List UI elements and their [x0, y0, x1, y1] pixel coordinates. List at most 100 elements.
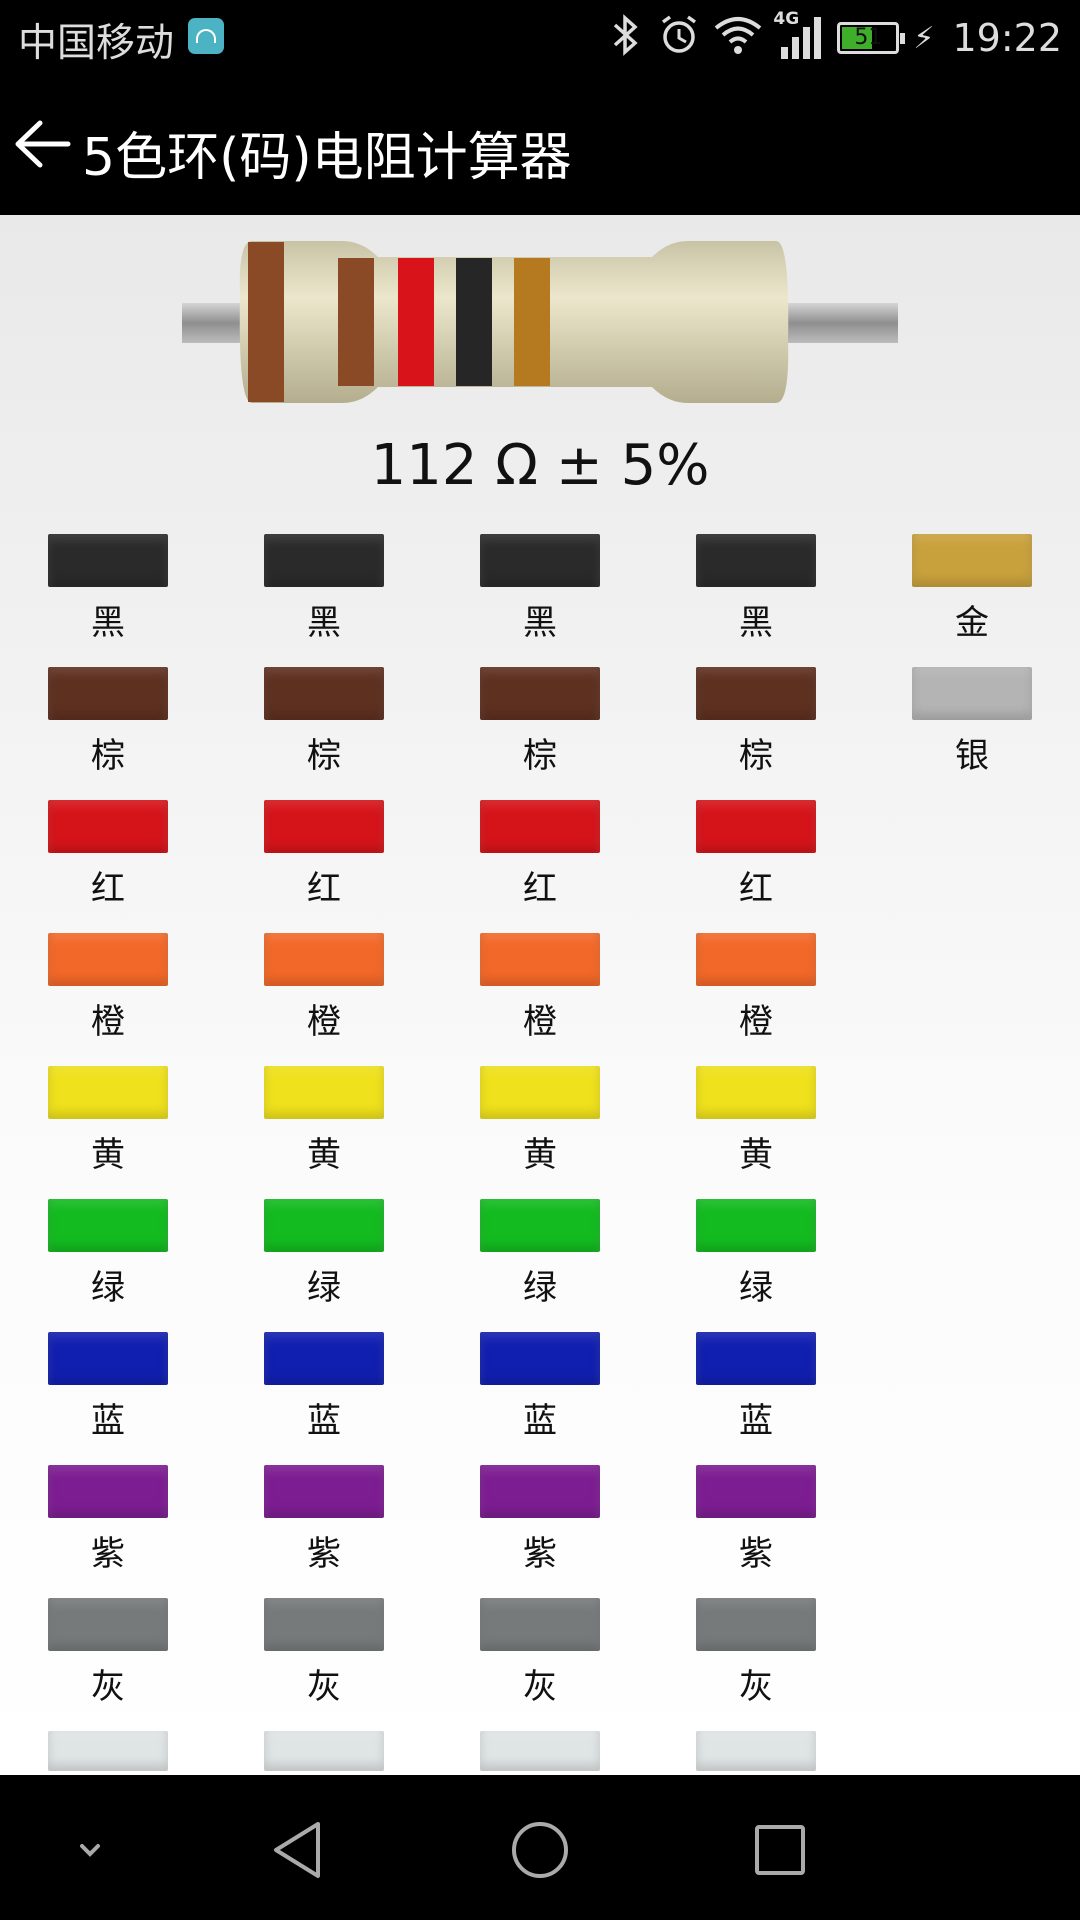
- color-label: 黄: [523, 1135, 557, 1175]
- digit-swatch-c4-r6[interactable]: 绿: [696, 1199, 816, 1319]
- color-chip: [696, 1332, 816, 1385]
- nav-back-button[interactable]: [260, 1810, 340, 1890]
- circle-home-icon: [512, 1822, 568, 1878]
- chevron-down-icon: [80, 1844, 100, 1857]
- resistor-band-4: [456, 258, 492, 386]
- color-chip: [264, 800, 384, 853]
- digit-swatch-c3-r3[interactable]: 红: [480, 800, 600, 920]
- digit-swatch-c2-r4[interactable]: 橙: [264, 933, 384, 1053]
- digit-swatch-c2-r10[interactable]: [264, 1731, 384, 1775]
- resistor-illustration: [182, 241, 898, 403]
- color-chip: [480, 1731, 600, 1771]
- color-label: 橙: [523, 1002, 557, 1042]
- digit-swatch-c1-r4[interactable]: 橙: [48, 933, 168, 1053]
- digit-swatch-c4-r5[interactable]: 黄: [696, 1066, 816, 1186]
- color-label: 棕: [523, 736, 557, 776]
- digit-swatch-c1-r7[interactable]: 蓝: [48, 1332, 168, 1452]
- digit-swatch-c3-r4[interactable]: 橙: [480, 933, 600, 1053]
- digit-swatch-c2-r1[interactable]: 黑: [264, 534, 384, 654]
- digit-swatch-c1-r5[interactable]: 黄: [48, 1066, 168, 1186]
- color-chip: [480, 1332, 600, 1385]
- color-label: 橙: [91, 1002, 125, 1042]
- color-chip: [264, 1332, 384, 1385]
- color-chip: [696, 1066, 816, 1119]
- digit-swatch-c3-r2[interactable]: 棕: [480, 667, 600, 787]
- color-label: 紫: [739, 1534, 773, 1574]
- digit-swatch-c1-r3[interactable]: 红: [48, 800, 168, 920]
- digit-swatch-c2-r8[interactable]: 紫: [264, 1465, 384, 1585]
- digit-swatch-c2-r6[interactable]: 绿: [264, 1199, 384, 1319]
- digit-swatch-c1-r2[interactable]: 棕: [48, 667, 168, 787]
- digit-swatch-c3-r8[interactable]: 紫: [480, 1465, 600, 1585]
- color-label: 蓝: [91, 1401, 125, 1441]
- nav-home-button[interactable]: [500, 1810, 580, 1890]
- color-label: 紫: [91, 1534, 125, 1574]
- color-label: 黄: [91, 1135, 125, 1175]
- digit-swatch-c3-r7[interactable]: 蓝: [480, 1332, 600, 1452]
- digit-swatch-c2-r3[interactable]: 红: [264, 800, 384, 920]
- digit-swatch-c3-r1[interactable]: 黑: [480, 534, 600, 654]
- color-chip: [264, 1199, 384, 1252]
- digit-swatch-c2-r9[interactable]: 灰: [264, 1598, 384, 1718]
- digit-swatch-c3-r5[interactable]: 黄: [480, 1066, 600, 1186]
- color-chip: [912, 534, 1032, 587]
- color-label: 蓝: [739, 1401, 773, 1441]
- color-chip: [48, 1332, 168, 1385]
- color-chip: [264, 534, 384, 587]
- color-label: 黑: [307, 603, 341, 643]
- digit-swatch-c4-r1[interactable]: 黑: [696, 534, 816, 654]
- color-chip: [48, 1598, 168, 1651]
- color-chip: [696, 1199, 816, 1252]
- color-label: 紫: [523, 1534, 557, 1574]
- resistor-band-1: [248, 242, 284, 402]
- digit-swatch-c2-r7[interactable]: 蓝: [264, 1332, 384, 1452]
- digit-swatch-c2-r5[interactable]: 黄: [264, 1066, 384, 1186]
- digit-swatch-c4-r10[interactable]: [696, 1731, 816, 1775]
- color-label: 黑: [91, 603, 125, 643]
- digit-swatch-c4-r3[interactable]: 红: [696, 800, 816, 920]
- digit-swatch-c1-r6[interactable]: 绿: [48, 1199, 168, 1319]
- wifi-icon: [713, 14, 763, 63]
- android-debug-icon: [188, 18, 224, 54]
- digit-swatch-c4-r4[interactable]: 橙: [696, 933, 816, 1053]
- color-label: 棕: [91, 736, 125, 776]
- color-chip: [48, 1465, 168, 1518]
- digit-swatch-c3-r9[interactable]: 灰: [480, 1598, 600, 1718]
- digit-swatch-c2-r2[interactable]: 棕: [264, 667, 384, 787]
- color-chip: [264, 667, 384, 720]
- color-chip: [480, 1465, 600, 1518]
- clock: 19:22: [952, 16, 1062, 60]
- color-label: 灰: [739, 1667, 773, 1707]
- color-label: 红: [523, 869, 557, 909]
- back-arrow-icon[interactable]: [10, 113, 72, 175]
- digit-swatch-c4-r7[interactable]: 蓝: [696, 1332, 816, 1452]
- color-label: 黄: [739, 1135, 773, 1175]
- digit-swatch-c4-r8[interactable]: 紫: [696, 1465, 816, 1585]
- digit-swatch-c1-r9[interactable]: 灰: [48, 1598, 168, 1718]
- nav-recents-button[interactable]: [740, 1810, 820, 1890]
- color-chip: [48, 1731, 168, 1771]
- charging-icon: ⚡: [913, 20, 935, 56]
- digit-swatch-c4-r9[interactable]: 灰: [696, 1598, 816, 1718]
- color-chip: [480, 667, 600, 720]
- color-label: 灰: [523, 1667, 557, 1707]
- battery-icon: 51: [837, 22, 906, 54]
- digit-swatch-c4-r2[interactable]: 棕: [696, 667, 816, 787]
- digit-swatch-c3-r6[interactable]: 绿: [480, 1199, 600, 1319]
- color-label: 蓝: [307, 1401, 341, 1441]
- color-chip: [48, 933, 168, 986]
- tolerance-swatch-c5-r1[interactable]: 金: [912, 534, 1032, 654]
- color-label: 棕: [739, 736, 773, 776]
- hide-keyboard-button[interactable]: [50, 1810, 130, 1890]
- digit-swatch-c1-r8[interactable]: 紫: [48, 1465, 168, 1585]
- digit-swatch-c1-r1[interactable]: 黑: [48, 534, 168, 654]
- color-chip: [48, 1066, 168, 1119]
- color-label: 灰: [91, 1667, 125, 1707]
- tolerance-swatch-c5-r2[interactable]: 银: [912, 667, 1032, 787]
- color-label: 红: [91, 869, 125, 909]
- digit-swatch-c1-r10[interactable]: [48, 1731, 168, 1775]
- color-label: 蓝: [523, 1401, 557, 1441]
- color-label: 灰: [307, 1667, 341, 1707]
- digit-swatch-c3-r10[interactable]: [480, 1731, 600, 1775]
- color-chip: [480, 1066, 600, 1119]
